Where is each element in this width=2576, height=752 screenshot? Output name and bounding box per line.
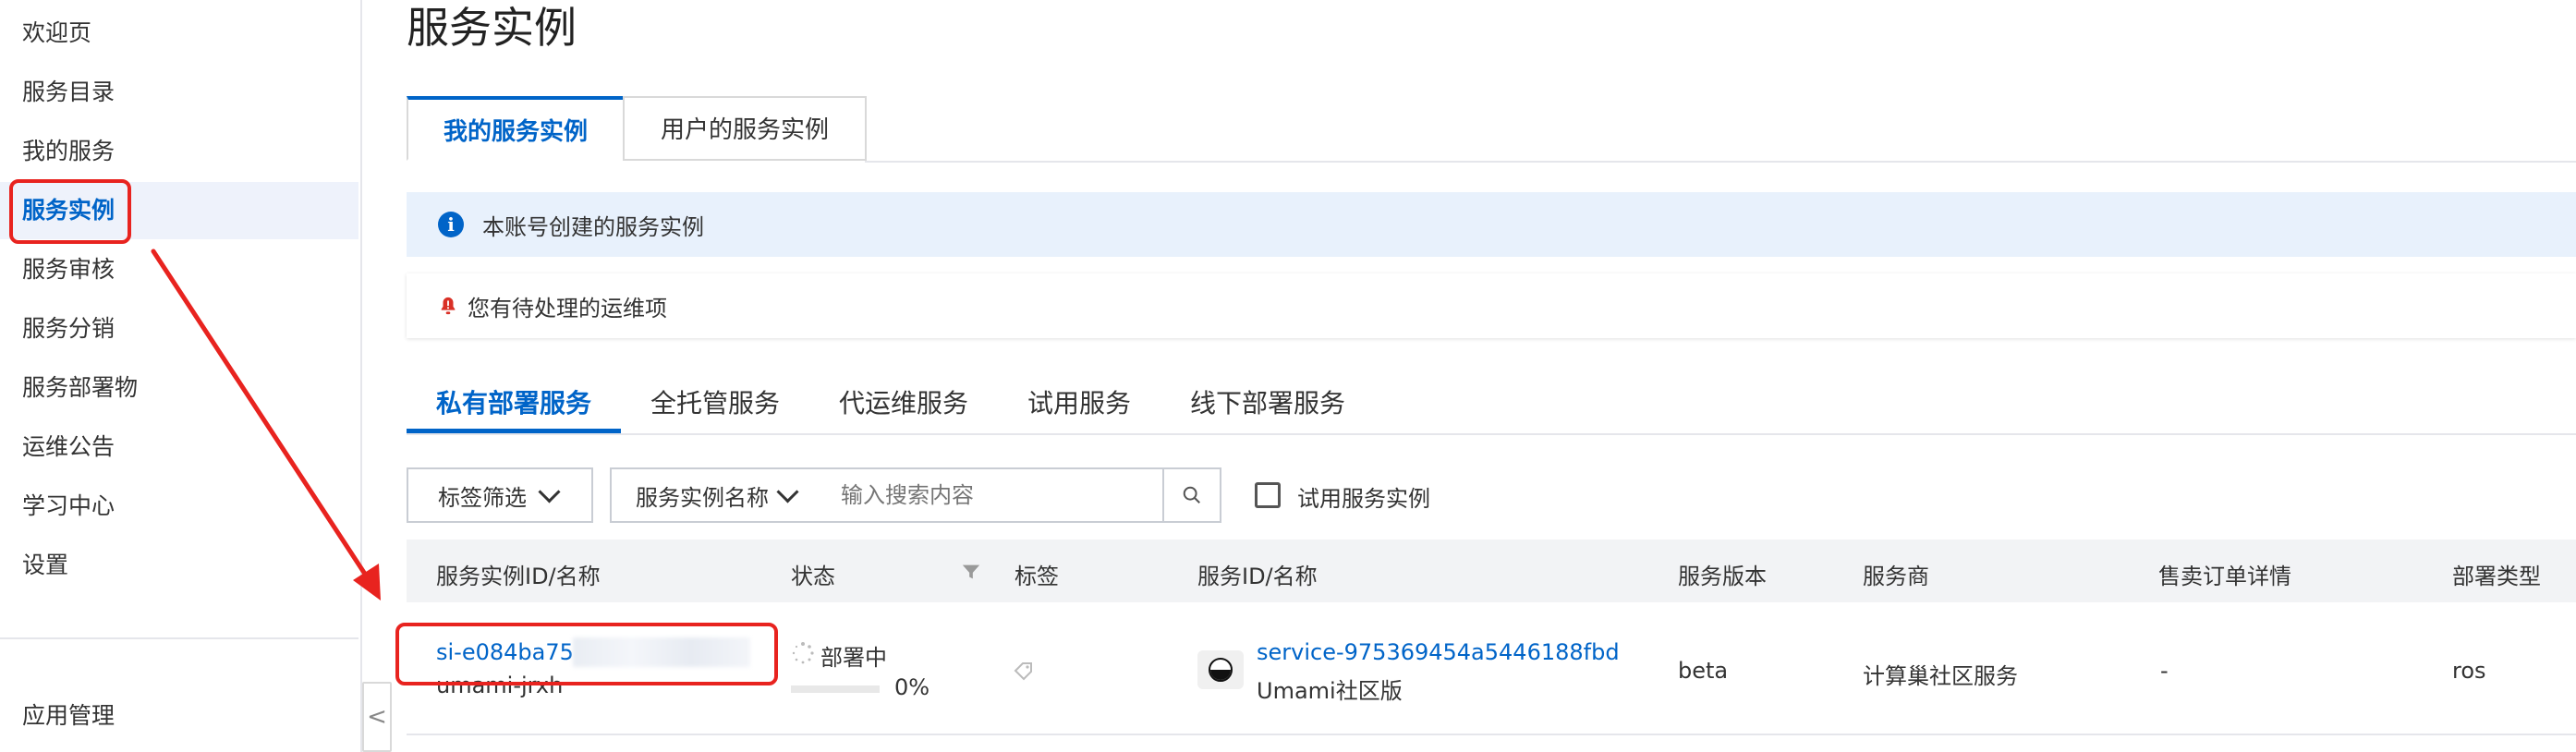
annotation-arrow bbox=[151, 249, 381, 600]
